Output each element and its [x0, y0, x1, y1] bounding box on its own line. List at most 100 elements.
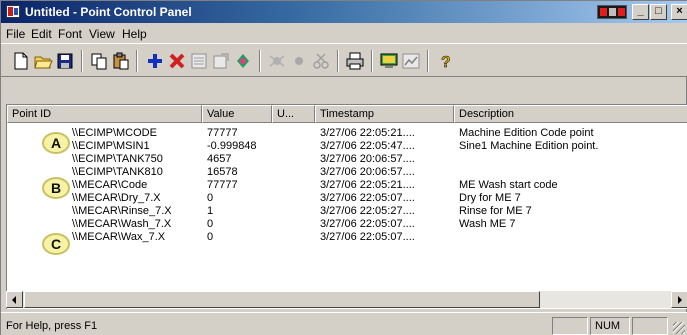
status-lights-icon — [597, 5, 627, 19]
toolbar-separator — [337, 50, 339, 72]
svg-text:?: ? — [441, 54, 451, 71]
description-cell: Dry for ME 7 — [459, 192, 521, 204]
callout-c: C — [42, 233, 70, 255]
menu-font[interactable]: Font — [58, 27, 82, 41]
app-icon[interactable] — [6, 5, 20, 18]
table-row[interactable]: \\ECIMP\MCODE 77777 3/27/06 22:05:21....… — [7, 127, 683, 140]
description-cell: Rinse for ME 7 — [459, 205, 532, 217]
copy-icon[interactable] — [89, 51, 109, 71]
arrow-right-icon — [678, 296, 682, 304]
arrow-left-icon — [12, 296, 16, 304]
monitor-icon[interactable] — [379, 51, 399, 71]
menu-edit[interactable]: Edit — [31, 27, 52, 41]
window-title: Untitled - Point Control Panel — [25, 5, 192, 19]
resize-grip-icon[interactable] — [673, 322, 685, 334]
connect-icon[interactable] — [233, 51, 253, 71]
save-icon[interactable] — [55, 51, 75, 71]
table-row[interactable]: \\ECIMP\MSIN1 -0.999848 3/27/06 22:05:47… — [7, 140, 683, 153]
new-icon[interactable] — [11, 51, 31, 71]
value-cell: 4657 — [207, 153, 232, 165]
toolbar-separator — [136, 50, 138, 72]
scroll-left-button[interactable] — [6, 291, 23, 308]
timestamp-cell: 3/27/06 22:05:07.... — [320, 192, 415, 204]
description-cell: Wash ME 7 — [459, 218, 516, 230]
help-icon[interactable]: ? — [435, 51, 455, 71]
maximize-button[interactable]: □ — [650, 4, 667, 20]
point-id-cell: \\MECAR\Rinse_7.X — [72, 205, 172, 217]
timestamp-cell: 3/27/06 22:05:21.... — [320, 127, 415, 139]
menu-view[interactable]: View — [89, 27, 115, 41]
callout-a: A — [42, 132, 70, 154]
table-row[interactable]: \\MECAR\Dry_7.X 0 3/27/06 22:05:07.... D… — [7, 192, 683, 205]
horizontal-scrollbar[interactable] — [6, 291, 687, 308]
point-id-cell: \\ECIMP\TANK750 — [72, 153, 163, 165]
table-row[interactable]: \\ECIMP\TANK750 4657 3/27/06 20:06:57...… — [7, 153, 683, 166]
scroll-thumb[interactable] — [24, 291, 540, 308]
point-id-cell: \\MECAR\Dry_7.X — [72, 192, 161, 204]
menu-bar: File Edit Font View Help — [1, 23, 687, 43]
table-row[interactable]: \\MECAR\Wax_7.X 0 3/27/06 22:05:07.... — [7, 231, 683, 244]
toolbar: ? — [1, 43, 687, 77]
open-icon[interactable] — [33, 51, 53, 71]
table-row[interactable]: \\ECIMP\TANK810 16578 3/27/06 20:06:57..… — [7, 166, 683, 179]
description-cell: Sine1 Machine Edition point. — [459, 140, 599, 152]
column-header-point-id[interactable]: Point ID — [7, 105, 202, 123]
status-text: For Help, press F1 — [6, 320, 98, 332]
value-cell: 1 — [207, 205, 214, 217]
bug-icon[interactable] — [267, 51, 287, 71]
point-id-cell: \\ECIMP\TANK810 — [72, 166, 163, 178]
point-id-cell: \\MECAR\Code — [72, 179, 148, 191]
timestamp-cell: 3/27/06 22:05:27.... — [320, 205, 415, 217]
close-button[interactable]: × — [671, 4, 687, 20]
toolbar-separator — [259, 50, 261, 72]
value-cell: 0 — [207, 218, 214, 230]
title-bar[interactable]: Untitled - Point Control Panel _ □ × — [1, 1, 687, 23]
toolbar-separator — [427, 50, 429, 72]
value-cell: -0.999848 — [207, 140, 257, 152]
timestamp-cell: 3/27/06 20:06:57.... — [320, 153, 415, 165]
table-row[interactable]: \\MECAR\Rinse_7.X 1 3/27/06 22:05:27....… — [7, 205, 683, 218]
properties-icon[interactable] — [211, 51, 231, 71]
record-icon[interactable] — [289, 51, 309, 71]
description-cell: ME Wash start code — [459, 179, 558, 191]
point-id-cell: \\ECIMP\MSIN1 — [72, 140, 150, 152]
status-pane-empty — [552, 317, 588, 335]
point-id-cell: \\ECIMP\MCODE — [72, 127, 157, 139]
column-header-units[interactable]: U... — [272, 105, 315, 123]
scroll-right-button[interactable] — [671, 291, 687, 308]
point-id-cell: \\MECAR\Wash_7.X — [72, 218, 172, 230]
timestamp-cell: 3/27/06 22:05:07.... — [320, 218, 415, 230]
add-point-icon[interactable] — [145, 51, 165, 71]
menu-help[interactable]: Help — [122, 27, 147, 41]
delete-point-icon[interactable] — [167, 51, 187, 71]
cut-icon[interactable] — [311, 51, 331, 71]
description-cell: Machine Edition Code point — [459, 127, 594, 139]
table-row[interactable]: \\MECAR\Code 77777 3/27/06 22:05:21.... … — [7, 179, 683, 192]
list-icon[interactable] — [189, 51, 209, 71]
toolbar-separator — [371, 50, 373, 72]
menu-file[interactable]: File — [6, 27, 25, 41]
paste-icon[interactable] — [111, 51, 131, 71]
point-id-cell: \\MECAR\Wax_7.X — [72, 231, 166, 243]
status-bar: For Help, press F1 NUM — [1, 312, 687, 335]
column-header-description[interactable]: Description — [454, 105, 687, 123]
table-row[interactable]: \\MECAR\Wash_7.X 0 3/27/06 22:05:07.... … — [7, 218, 683, 231]
minimize-button[interactable]: _ — [632, 4, 649, 20]
timestamp-cell: 3/27/06 22:05:21.... — [320, 179, 415, 191]
num-lock-indicator: NUM — [590, 317, 630, 335]
value-cell: 0 — [207, 192, 214, 204]
point-control-panel-window: Untitled - Point Control Panel _ □ × Fil… — [0, 0, 687, 335]
timestamp-cell: 3/27/06 22:05:47.... — [320, 140, 415, 152]
value-cell: 77777 — [207, 179, 238, 191]
callout-b: B — [42, 177, 70, 199]
timestamp-cell: 3/27/06 20:06:57.... — [320, 166, 415, 178]
column-header-timestamp[interactable]: Timestamp — [315, 105, 454, 123]
value-cell: 0 — [207, 231, 214, 243]
point-list[interactable]: Point ID Value U... Timestamp Descriptio… — [6, 104, 687, 309]
print-icon[interactable] — [345, 51, 365, 71]
chart-icon[interactable] — [401, 51, 421, 71]
value-cell: 16578 — [207, 166, 238, 178]
column-header-value[interactable]: Value — [202, 105, 272, 123]
toolbar-separator — [81, 50, 83, 72]
value-cell: 77777 — [207, 127, 238, 139]
